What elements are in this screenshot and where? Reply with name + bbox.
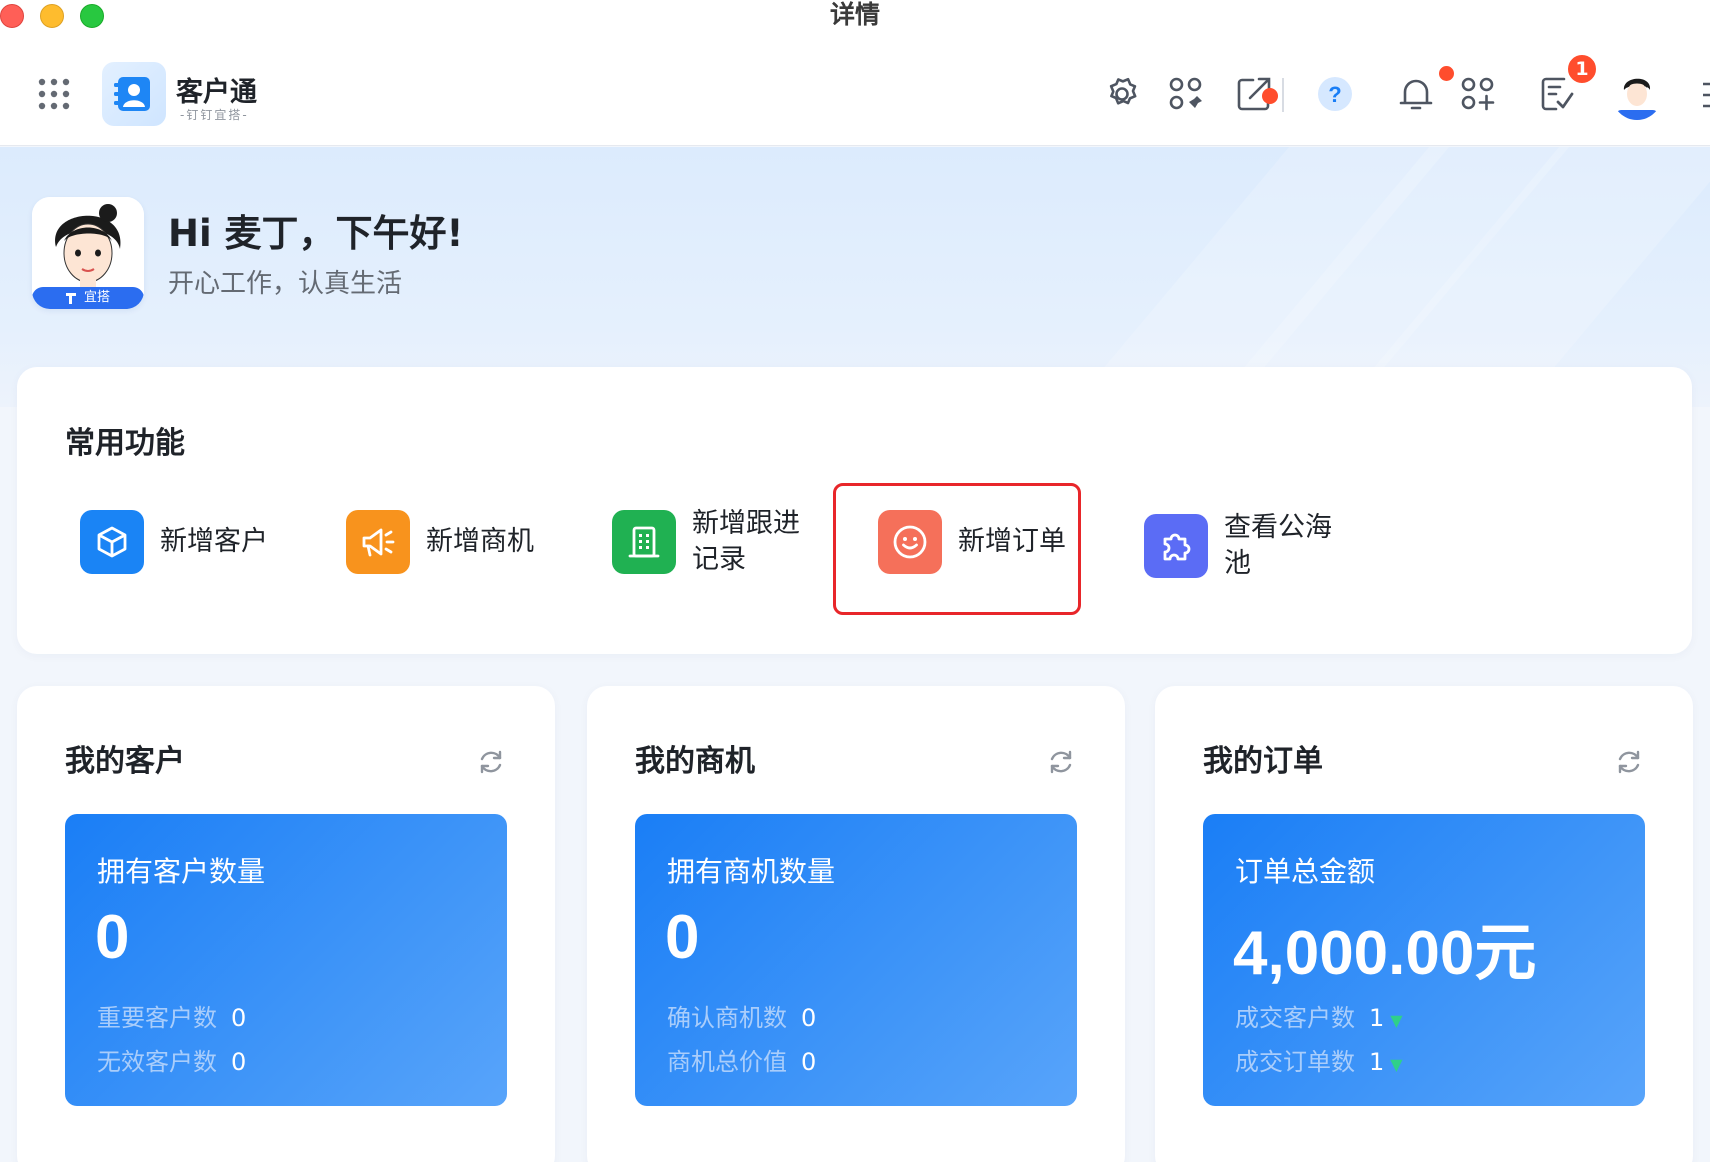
help-button[interactable]: ? [1313,72,1357,116]
trend-down-icon: ▼ [1390,1055,1403,1074]
stat-row: 成交订单数 1 ▼ [1235,1042,1403,1077]
add-customer-label: 新增客户 [160,526,268,557]
add-followup-label: 新增跟进 记录 [692,508,800,575]
stat-row-value: 0 [801,1004,817,1032]
stat-row-value: 0 [801,1048,817,1076]
my-opportunities-card: 我的商机 拥有商机数量 0 确认商机数 0 商机总价值 0 [587,686,1125,1162]
nav-divider [1282,78,1284,112]
stat-row-value: 1 [1369,1048,1385,1076]
todo-count-badge: 1 [1566,53,1598,85]
stat-value: 4,000.00元 [1233,919,1537,988]
top-nav: 客户通 -钉钉宜搭- ? 1 [0,34,1710,146]
contact-book-icon [114,77,150,111]
add-customer-action[interactable]: 新增客户 [80,502,268,582]
external-link-dot [1262,88,1278,104]
stat-panel[interactable]: 拥有客户数量 0 重要客户数 0 无效客户数 0 [65,814,507,1106]
stat-row-value: 0 [231,1004,247,1032]
my-customers-card: 我的客户 拥有客户数量 0 重要客户数 0 无效客户数 0 [17,686,555,1162]
notification-dot [1439,66,1454,81]
stat-panel[interactable]: 订单总金额 4,000.00元 成交客户数 1 ▼ 成交订单数 1 ▼ [1203,814,1645,1106]
user-avatar[interactable] [1612,70,1662,120]
notifications-button[interactable] [1394,72,1438,116]
my-orders-card: 我的订单 订单总金额 4,000.00元 成交客户数 1 ▼ 成交订单数 1 ▼ [1155,686,1693,1162]
trend-down-icon: ▼ [1390,1011,1403,1030]
app-grid-icon[interactable] [36,76,72,112]
add-app-button[interactable] [1456,72,1500,116]
apps-icon [1169,77,1202,110]
stat-row: 商机总价值 0 [667,1042,816,1077]
puzzle-icon [1144,514,1208,578]
settings-button[interactable] [1100,72,1144,116]
add-opportunity-label: 新增商机 [426,526,534,557]
avatar-badge-text: 宜搭 [84,290,111,305]
card-title: 我的商机 [635,744,755,779]
stat-row-label: 成交订单数 [1235,1048,1355,1076]
stat-row: 重要客户数 0 [97,998,246,1033]
stat-row-value: 0 [231,1048,247,1076]
svg-text:?: ? [1328,82,1341,107]
refresh-icon[interactable] [1047,748,1075,776]
stat-row-label: 商机总价值 [667,1048,787,1076]
bell-icon [1399,79,1433,110]
megaphone-icon [346,510,410,574]
view-public-pool-label: 查看公海 池 [1224,512,1332,579]
view-public-pool-action[interactable]: 查看公海 池 [1144,506,1332,586]
add-app-icon [1461,77,1495,111]
stat-value: 0 [665,903,700,972]
stat-row-label: 重要客户数 [97,1004,217,1032]
stat-value: 0 [95,903,130,972]
stat-label: 拥有客户数量 [97,855,266,888]
app-logo[interactable] [102,62,166,126]
stat-row: 无效客户数 0 [97,1042,246,1077]
highlight-frame [833,483,1081,615]
card-title: 我的订单 [1203,744,1323,779]
window-title: 详情 [829,0,880,29]
add-opportunity-action[interactable]: 新增商机 [346,502,534,582]
help-icon: ? [1318,77,1352,111]
stat-row-value: 1 [1369,1004,1385,1032]
card-title: 我的客户 [65,744,185,779]
title-bar: 详情 [0,0,1710,34]
app-name: 客户通 [176,77,257,108]
app-subtitle: -钉钉宜搭- [180,108,249,122]
user-avatar-icon [1612,70,1662,120]
stat-row-label: 无效客户数 [97,1048,217,1076]
stat-row: 确认商机数 0 [667,998,816,1033]
refresh-icon[interactable] [1615,748,1643,776]
building-icon [612,510,676,574]
add-followup-action[interactable]: 新增跟进 记录 [612,502,800,582]
stat-label: 订单总金额 [1235,855,1376,888]
cube-icon [80,510,144,574]
pinned-apps-button[interactable] [1164,72,1208,116]
stat-label: 拥有商机数量 [667,855,836,888]
greeting-text: Hi 麦丁，下午好! [168,212,464,255]
motto-text: 开心工作，认真生活 [168,269,403,299]
more-menu-icon[interactable] [1700,80,1710,110]
settings-icon [1109,77,1137,105]
stat-row-label: 成交客户数 [1235,1004,1355,1032]
refresh-icon[interactable] [477,748,505,776]
hero-avatar[interactable]: 宜搭 [32,197,144,309]
stat-panel[interactable]: 拥有商机数量 0 确认商机数 0 商机总价值 0 [635,814,1077,1106]
common-functions-title: 常用功能 [65,426,185,461]
stat-row-label: 确认商机数 [667,1004,787,1032]
stat-row: 成交客户数 1 ▼ [1235,998,1403,1033]
